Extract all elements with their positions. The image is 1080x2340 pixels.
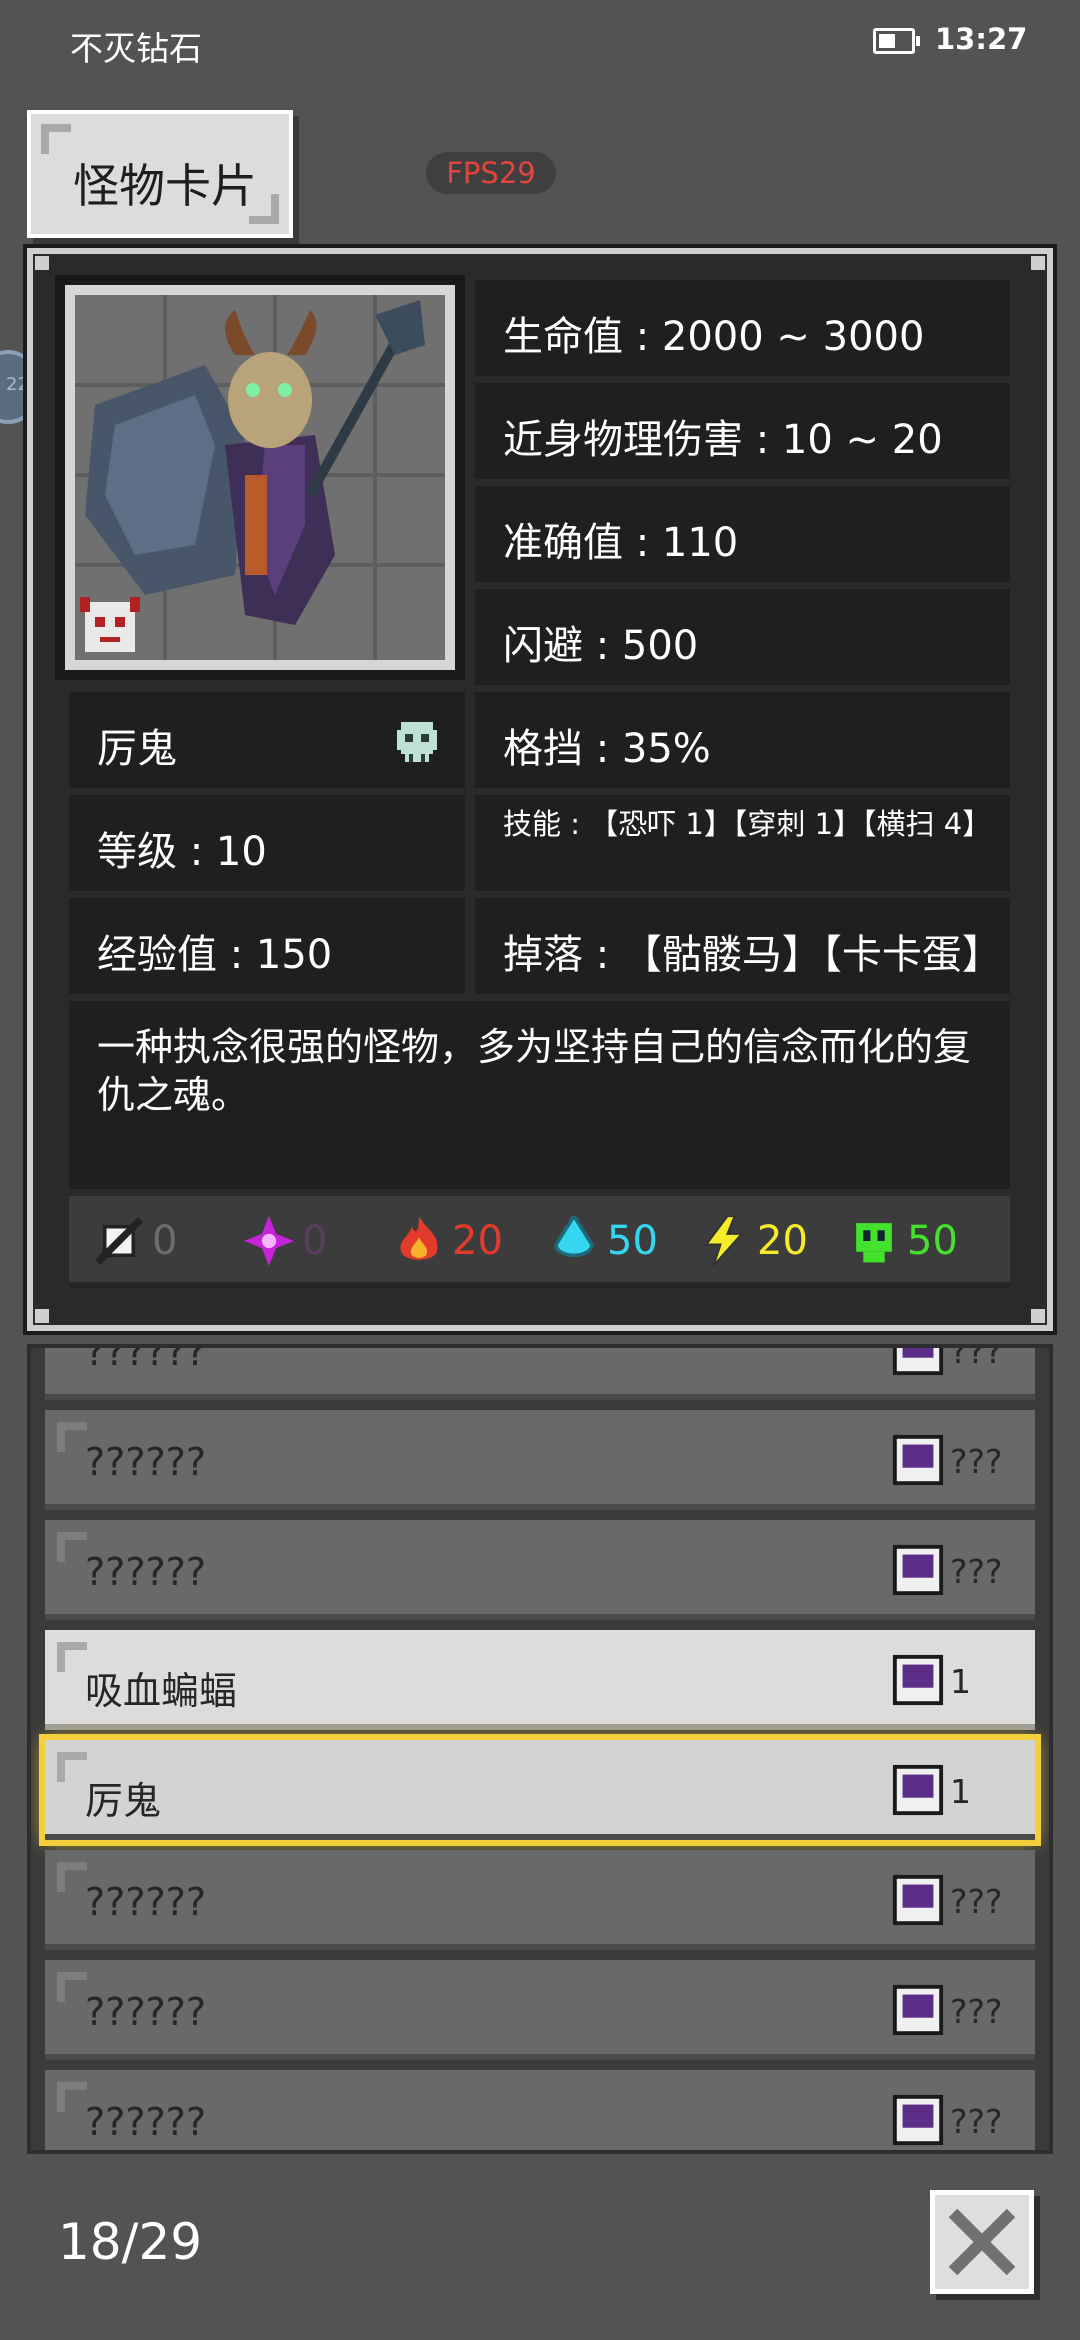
poison-resist-icon [856, 1223, 892, 1263]
frame-corner-icon [41, 124, 71, 154]
physical-resist-icon [95, 1217, 143, 1265]
resistance-lightning: 20 [699, 1216, 808, 1266]
monster-card-icon [892, 1764, 944, 1816]
resistance-poison: 50 [849, 1216, 958, 1266]
page-title-tab: 怪物卡片 [27, 110, 293, 238]
monster-card-icon [892, 1654, 944, 1706]
close-button[interactable] [930, 2190, 1034, 2294]
status-bar: 不灭钻石 13:27 [0, 0, 1080, 90]
list-item[interactable]: 吸血蝙蝠 1 [45, 1630, 1035, 1730]
monster-card-icon [892, 1874, 944, 1926]
page-title: 怪物卡片 [73, 159, 257, 213]
close-icon [948, 2208, 1016, 2276]
monster-card-icon [892, 1434, 944, 1486]
monster-name-cell: 厉鬼 [69, 692, 465, 788]
page-counter: 18/29 [58, 2213, 203, 2271]
fire-resist-icon [400, 1216, 438, 1260]
list-item[interactable]: ?????? ??? [45, 1960, 1035, 2060]
resistance-fire: 20 [394, 1216, 503, 1266]
monster-card-icon [892, 2094, 944, 2146]
arcane-resist-icon [244, 1216, 294, 1266]
monster-level: 等级 : 10 [69, 795, 465, 891]
stat-hp: 生命值 : 2000 ~ 3000 [475, 280, 1010, 376]
list-item[interactable]: ?????? ??? [45, 1520, 1035, 1620]
fps-counter: FPS29 [426, 152, 556, 194]
stat-melee-damage: 近身物理伤害 : 10 ~ 20 [475, 383, 1010, 479]
monster-portrait [55, 275, 465, 680]
stat-dodge: 闪避 : 500 [475, 589, 1010, 685]
stat-block: 格挡 : 35% [475, 692, 1010, 788]
monster-exp: 经验值 : 150 [69, 898, 465, 994]
list-item[interactable]: ?????? ??? [45, 2070, 1035, 2150]
monster-description: 一种执念很强的怪物，多为坚持自己的信念而化的复仇之魂。 [69, 1001, 1010, 1189]
monster-list[interactable]: ?????? ??? ?????? ??? ?????? ??? 吸血蝙蝠 1 … [27, 1344, 1053, 2154]
list-item[interactable]: ?????? ??? [45, 1348, 1035, 1400]
stat-drops: 掉落 : 【骷髅马】【卡卡蛋】 [475, 898, 1010, 994]
list-item[interactable]: ?????? ??? [45, 1410, 1035, 1510]
list-item-selected[interactable]: 厉鬼 1 [39, 1734, 1041, 1846]
resistance-physical: 0 [94, 1216, 177, 1266]
lightning-resist-icon [704, 1216, 745, 1266]
list-item[interactable]: ?????? ??? [45, 1850, 1035, 1950]
resistance-water: 50 [549, 1216, 658, 1266]
battery-icon [873, 28, 920, 54]
monster-card-icon [892, 1984, 944, 2036]
status-time: 13:27 [935, 22, 1028, 56]
stat-accuracy: 准确值 : 110 [475, 486, 1010, 582]
skull-icon [397, 722, 437, 762]
demon-mask-icon [80, 597, 140, 652]
water-resist-icon [554, 1216, 594, 1257]
monster-name: 厉鬼 [97, 726, 177, 772]
monster-card-icon [892, 1544, 944, 1596]
stat-skills: 技能 : 【恐吓 1】【穿刺 1】【横扫 4】 [475, 795, 1010, 891]
monster-card-icon [892, 1348, 944, 1376]
resistance-arcane: 0 [244, 1216, 327, 1266]
resistance-bar: 0 0 20 50 20 50 [69, 1196, 1010, 1288]
status-carrier: 不灭钻石 [70, 29, 202, 68]
